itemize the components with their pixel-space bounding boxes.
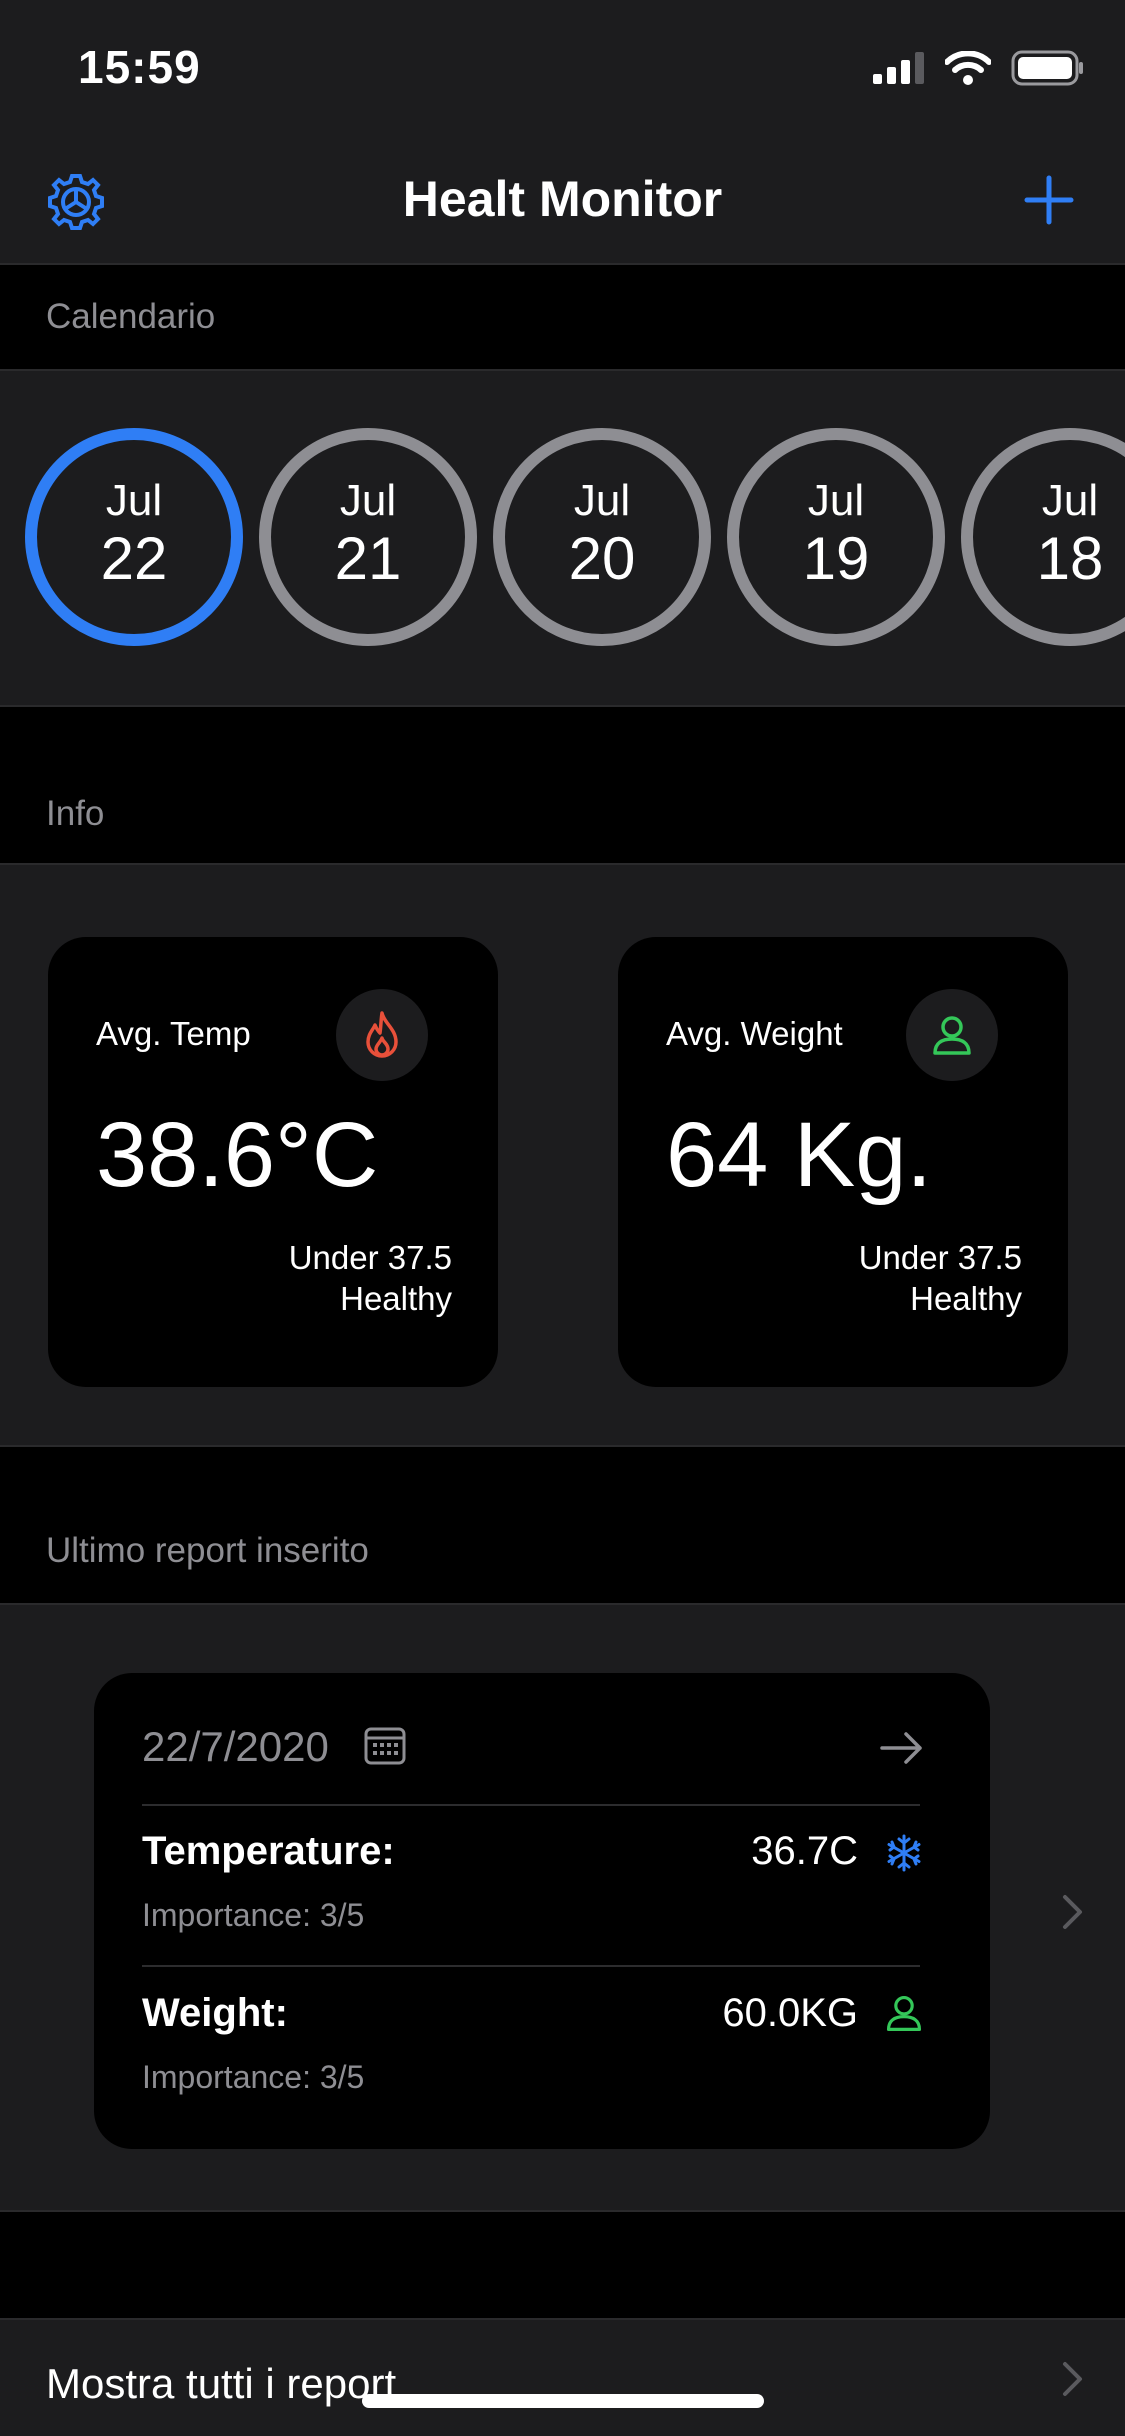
report-section-header: Ultimo report inserito [0,1447,1125,1603]
date-day: 21 [334,525,402,592]
chevron-right-icon [1061,2360,1085,2403]
date-day: 22 [100,525,168,592]
person-icon [906,989,998,1081]
calendar-icon [364,1727,406,1770]
weight-label: Weight: [142,1991,288,2035]
flame-icon [336,989,428,1081]
show-all-reports-row[interactable]: Mostra tutti i report [0,2318,1125,2436]
date-month: Jul [573,476,631,525]
signal-icon [873,52,924,84]
avg-temp-label: Avg. Temp [96,1015,251,1052]
calendar-scroll[interactable]: Jul 22 Jul 21 Jul 20 Jul 19 Jul 18 [0,371,1125,705]
arrow-right-icon[interactable] [880,1731,924,1770]
avg-weight-card[interactable]: Avg. Weight 64 Kg. Under 37.5 Healthy [618,937,1068,1387]
date-item[interactable]: Jul 21 [259,428,477,646]
status-bar: 15:59 [0,0,1125,132]
avg-temp-card[interactable]: Avg. Temp 38.6°C Under 37.5 Healthy [48,937,498,1387]
navigation-bar: Healt Monitor [0,132,1125,265]
report-card[interactable]: 22/7/2020 Temperature: 36.7C Importance:… [94,1673,990,2149]
page-title: Healt Monitor [402,171,723,227]
date-item[interactable]: Jul 18 [961,428,1125,646]
avg-weight-threshold: Under 37.5 [858,1239,1022,1276]
avg-weight-status: Healthy [910,1280,1022,1317]
report-date: 22/7/2020 [142,1723,329,1770]
date-day: 20 [568,525,636,592]
info-header-label: Info [46,794,105,833]
calendar-header-label: Calendario [46,297,216,336]
date-month: Jul [105,476,163,525]
calendar-section-header: Calendario [0,267,1125,369]
date-item[interactable]: Jul 19 [727,428,945,646]
temperature-label: Temperature: [142,1829,395,1873]
info-section-header: Info [0,707,1125,863]
chevron-right-icon[interactable] [1061,1893,1085,1936]
date-item[interactable]: Jul 20 [493,428,711,646]
show-all-reports-label: Mostra tutti i report [46,2360,397,2407]
battery-icon [1011,50,1083,86]
avg-temp-threshold: Under 37.5 [288,1239,452,1276]
temperature-value: 36.7C [751,1829,858,1873]
avg-temp-value: 38.6°C [96,1104,379,1206]
status-time: 15:59 [78,41,201,93]
weight-value: 60.0KG [722,1991,858,2035]
status-icons [873,50,1085,86]
avg-weight-label: Avg. Weight [666,1015,843,1052]
home-indicator[interactable] [362,2394,764,2408]
date-month: Jul [1041,476,1099,525]
add-report-button[interactable] [1017,168,1081,232]
date-day: 19 [802,525,870,592]
wifi-icon [945,51,991,85]
temperature-importance: Importance: 3/5 [142,1897,365,1933]
avg-temp-note: Under 37.5 Healthy [289,1237,452,1319]
plus-icon [1024,175,1074,225]
weight-importance: Importance: 3/5 [142,2059,365,2095]
divider [142,1804,920,1806]
avg-temp-status: Healthy [340,1280,452,1317]
calendar-strip[interactable]: Jul 22 Jul 21 Jul 20 Jul 19 Jul 18 [0,369,1125,707]
date-day: 18 [1036,525,1104,592]
info-section: Avg. Temp 38.6°C Under 37.5 Healthy Avg.… [0,863,1125,1447]
date-month: Jul [807,476,865,525]
spacer [0,2212,1125,2318]
person-icon [884,1993,924,2038]
date-month: Jul [339,476,397,525]
date-item[interactable]: Jul 22 [25,428,243,646]
latest-report-section[interactable]: 22/7/2020 Temperature: 36.7C Importance:… [0,1603,1125,2212]
avg-weight-note: Under 37.5 Healthy [859,1237,1022,1319]
snowflake-icon [884,1833,924,1878]
report-header-label: Ultimo report inserito [46,1531,369,1570]
divider [142,1965,920,1967]
avg-weight-value: 64 Kg. [666,1104,932,1206]
